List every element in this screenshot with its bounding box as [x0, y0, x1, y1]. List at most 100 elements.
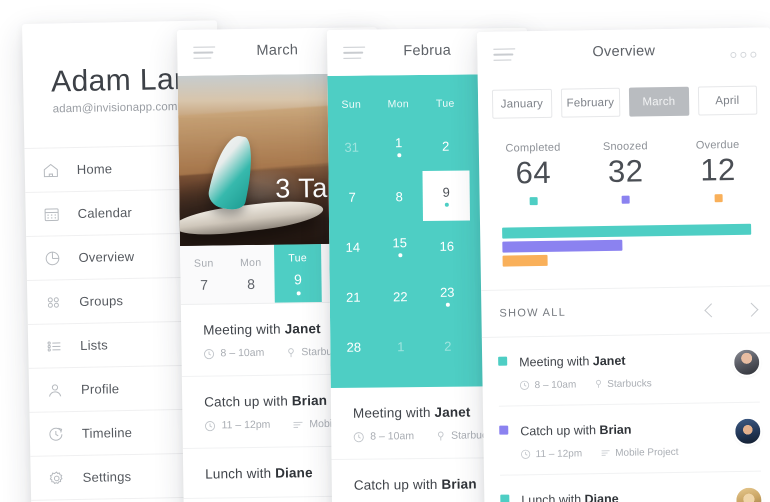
date-number: 22	[392, 288, 408, 304]
chevron-left-icon[interactable]	[704, 303, 719, 318]
event-dot	[444, 202, 449, 207]
page-title: Overview	[592, 43, 656, 61]
tab-march[interactable]: March	[628, 86, 689, 117]
date-cell[interactable]: 16	[423, 221, 471, 271]
sidebar-item-label: Overview	[78, 248, 135, 265]
event-title-bold: Brian	[291, 392, 328, 409]
task-location: Starbucks	[607, 378, 652, 390]
date-cell[interactable]: 23	[424, 271, 472, 321]
user-name: Adam Lan	[50, 62, 192, 99]
tab-february[interactable]: February	[560, 87, 621, 118]
show-all-row[interactable]: SHOW ALL	[481, 285, 770, 338]
date-cell[interactable]: 14	[329, 221, 377, 271]
sidebar-item-label: Groups	[79, 293, 124, 309]
pager-arrows	[704, 302, 759, 318]
date-cell[interactable]: 2	[422, 121, 470, 171]
date-number: 1	[394, 135, 403, 151]
event-title-bold: Janet	[284, 321, 321, 337]
date-cell[interactable]: 15	[376, 221, 424, 271]
more-dots-icon[interactable]	[730, 51, 757, 59]
day-cell-selected[interactable]: Tue 9	[274, 244, 322, 303]
date-number: 31	[344, 139, 360, 155]
date-number: 2	[444, 338, 452, 354]
event-title-plain: Meeting with	[203, 321, 285, 338]
task-title-plain: Lunch with	[521, 492, 585, 502]
stat-value: 12	[699, 151, 737, 188]
event-title-plain: Lunch with	[205, 465, 276, 482]
date-cell[interactable]: 31	[328, 122, 376, 172]
table-row[interactable]: Lunch with Diane	[499, 471, 762, 502]
show-all-label: SHOW ALL	[499, 306, 567, 320]
date-cell[interactable]: 8	[375, 171, 423, 221]
date-cell[interactable]: 1	[377, 321, 425, 371]
task-list: Meeting with Janet 8 – 10am Starbucks Ca…	[482, 333, 770, 502]
event-title-plain: Catch up with	[353, 476, 442, 493]
date-number: 1	[397, 338, 405, 354]
home-icon	[25, 160, 77, 179]
status-badge	[500, 494, 510, 502]
table-row[interactable]: Meeting with Janet 8 – 10am Starbucks	[497, 333, 760, 407]
bar-chart	[480, 205, 770, 276]
day-name: Sun	[193, 257, 214, 270]
sidebar-item-label: Lists	[80, 337, 109, 353]
table-row[interactable]: Catch up with Brian 11 – 12pm Mobile Pro…	[498, 402, 761, 476]
status-badge	[499, 425, 509, 435]
sidebar-item-label: Profile	[80, 381, 120, 397]
day-cell[interactable]: Mon 8	[227, 245, 275, 304]
task-meta: 11 – 12pm Mobile Project	[521, 446, 728, 460]
avatar	[734, 349, 760, 375]
overview-panel: Overview January February March April Co…	[477, 27, 770, 502]
status-badge	[498, 356, 508, 366]
status-badge	[622, 195, 631, 204]
event-title-plain: Meeting with	[352, 404, 435, 421]
bar-overdue	[502, 254, 548, 267]
date-number: 14	[345, 239, 361, 255]
clock-icon	[353, 431, 364, 442]
sidebar-item-label: Calendar	[77, 204, 133, 221]
person-icon	[29, 380, 81, 399]
date-cell[interactable]: 22	[377, 271, 425, 321]
day-number: 8	[247, 275, 256, 292]
tab-april[interactable]: April	[697, 85, 758, 116]
event-time: 8 – 10am	[220, 346, 265, 360]
task-project: Mobile Project	[615, 446, 679, 459]
timeline-icon	[30, 424, 82, 443]
event-title-bold: Janet	[434, 404, 471, 420]
chevron-right-icon[interactable]	[744, 302, 759, 317]
date-cell-selected[interactable]: 9	[422, 170, 471, 222]
task-title-bold: Brian	[599, 422, 632, 437]
date-cell[interactable]: 21	[330, 271, 378, 321]
date-number: 7	[348, 189, 356, 205]
bar-snoozed	[502, 239, 622, 253]
date-number: 21	[345, 289, 361, 305]
stat-snoozed: Snoozed 32	[579, 140, 672, 204]
task-time: 11 – 12pm	[535, 448, 583, 460]
date-cell[interactable]: 2	[424, 321, 472, 371]
task-title: Lunch with Diane	[521, 492, 618, 502]
list-icon	[601, 450, 610, 457]
sidebar-item-label: Home	[76, 161, 113, 177]
event-dot	[396, 153, 401, 158]
date-cell[interactable]: 28	[330, 321, 378, 371]
task-time: 8 – 10am	[534, 379, 577, 391]
status-badge	[714, 193, 723, 203]
day-number: 9	[293, 270, 302, 287]
user-email: adam@invisionapp.com	[52, 101, 178, 116]
stats-row: Completed 64 Snoozed 32 Overdue 12	[479, 128, 770, 209]
task-body: Meeting with Janet 8 – 10am Starbucks	[519, 350, 727, 391]
date-cell[interactable]: 7	[328, 172, 376, 222]
pie-chart-icon	[26, 248, 78, 267]
day-cell[interactable]: Sun 7	[180, 245, 228, 304]
day-name: Tue	[288, 251, 308, 264]
day-number: 7	[200, 276, 209, 293]
task-title: Meeting with Janet	[519, 354, 626, 370]
tab-january[interactable]: January	[491, 88, 552, 119]
clock-icon	[519, 381, 530, 391]
date-number: 9	[442, 184, 450, 200]
date-number: 23	[439, 284, 455, 300]
weekday-header: Mon	[387, 98, 409, 111]
date-cell[interactable]: 1	[375, 121, 423, 171]
task-title-bold: Janet	[592, 353, 626, 369]
avatar	[736, 487, 762, 502]
stat-value: 32	[607, 153, 644, 189]
